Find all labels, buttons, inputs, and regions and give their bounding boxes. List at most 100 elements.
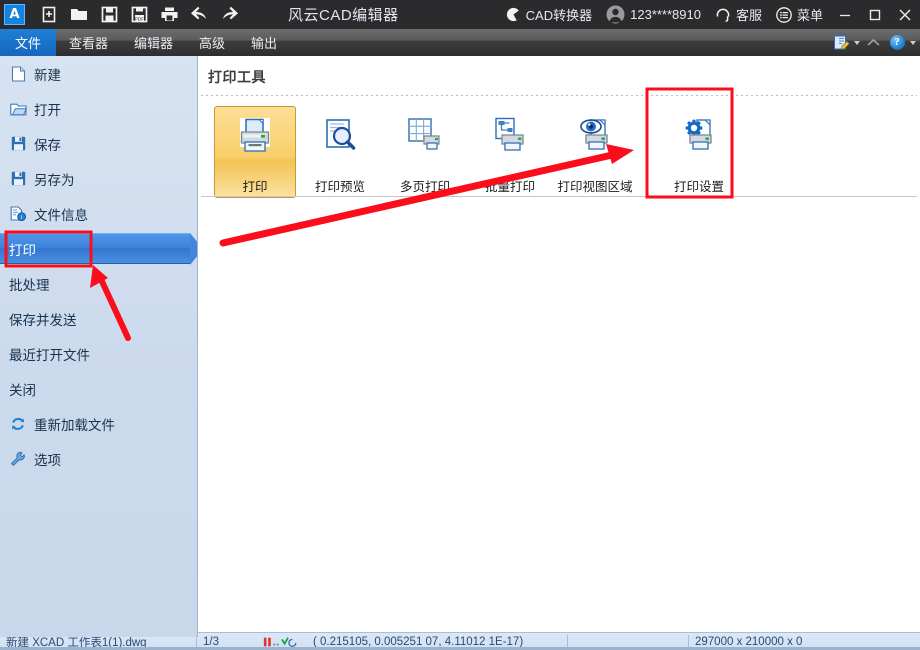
sidebar-item-reload[interactable]: 重新加载文件 [0, 406, 197, 441]
printer-document-icon [233, 114, 277, 162]
tab-viewer-label: 查看器 [69, 36, 109, 51]
tab-advanced[interactable]: 高级 [186, 29, 238, 56]
tab-output-label: 输出 [251, 36, 278, 51]
svg-text:PDF: PDF [134, 16, 143, 21]
customer-service-button[interactable]: 客服 [708, 0, 769, 29]
close-button[interactable] [890, 0, 920, 29]
print-settings-gear-icon [677, 114, 721, 162]
print-preview-magnifier-icon [318, 114, 362, 162]
sidebar-item-print-label: 打印 [9, 242, 36, 258]
title-bar-right: CAD转换器 123****8910 客服 菜单 [499, 0, 920, 29]
multipage-print-icon [403, 114, 447, 162]
print-view-area-eye-icon [573, 114, 617, 162]
ribbon-tab-bar: 文件 查看器 编辑器 高级 输出 ? [0, 29, 920, 56]
tile-print[interactable]: 打印 [214, 106, 296, 198]
sidebar-item-save[interactable]: 保存 [0, 126, 197, 161]
sidebar-item-file-info[interactable]: i 文件信息 [0, 196, 197, 231]
hamburger-menu-icon [776, 6, 792, 23]
floppy-save-icon [9, 135, 27, 153]
sidebar-item-save-and-send-label: 保存并发送 [9, 312, 77, 328]
print-tool-tiles: 打印 打印预览 多页打印 批量打印 打印视图区域 打印设置 [199, 96, 920, 198]
sidebar-item-new[interactable]: 新建 [0, 56, 197, 91]
save-icon[interactable] [94, 0, 124, 29]
tab-editor[interactable]: 编辑器 [121, 29, 186, 56]
print-icon[interactable] [154, 0, 184, 29]
window-title: 风云CAD编辑器 [288, 7, 399, 24]
open-folder-icon[interactable] [64, 0, 94, 29]
new-file-icon[interactable] [34, 0, 64, 29]
new-document-icon [9, 65, 27, 83]
minimize-button[interactable] [830, 0, 860, 29]
sidebar-item-save-label: 保存 [34, 137, 61, 153]
sidebar-item-open-label: 打开 [34, 102, 61, 118]
page-title: 打印工具 [208, 69, 266, 85]
ribbon-right-icons: ? [830, 29, 920, 56]
tile-print-settings-label: 打印设置 [673, 180, 724, 194]
tile-batch-print-label: 批量打印 [484, 180, 535, 194]
sidebar-item-options-label: 选项 [34, 452, 61, 468]
sidebar-item-batch-label: 批处理 [9, 277, 50, 293]
floppy-saveas-icon [9, 170, 27, 188]
print-tools-panel: 打印工具 打印 打印预览 多页打印 批量打印 打印视图区域 打印设置 [199, 56, 920, 632]
sidebar-item-save-as-label: 另存为 [34, 172, 75, 188]
undo-icon[interactable] [184, 0, 214, 29]
user-avatar-icon [606, 5, 625, 24]
help-icon-glyph: ? [889, 35, 905, 50]
tile-print-view-area[interactable]: 打印视图区域 [554, 106, 636, 198]
tile-multipage-print[interactable]: 多页打印 [384, 106, 466, 198]
help-caret-icon[interactable] [910, 40, 916, 45]
cad-app-icon[interactable]: A [4, 4, 25, 25]
sidebar-item-save-as[interactable]: 另存为 [0, 161, 197, 196]
tile-batch-print[interactable]: 批量打印 [469, 106, 551, 198]
cad-converter-label: CAD转换器 [525, 8, 593, 23]
file-info-icon: i [9, 205, 27, 223]
sidebar-item-batch[interactable]: 批处理 [0, 266, 197, 301]
tile-multipage-print-label: 多页打印 [399, 180, 450, 194]
reload-icon [9, 415, 27, 433]
user-account-label: 123****8910 [630, 7, 701, 22]
wrench-options-icon [9, 450, 27, 468]
user-account-button[interactable]: 123****8910 [599, 0, 708, 29]
cad-app-icon-glyph: A [9, 7, 20, 22]
tiles-bottom-divider [201, 196, 917, 197]
help-icon[interactable]: ? [886, 32, 908, 54]
sidebar-item-new-label: 新建 [34, 67, 61, 83]
tab-output[interactable]: 输出 [238, 29, 290, 56]
tab-advanced-label: 高级 [199, 36, 226, 51]
redo-icon[interactable] [214, 0, 244, 29]
file-menu-sidebar: 新建 打开 保存 另存为 i 文件信息 打印 批处理 保存并发送 最近打开文件 … [0, 56, 198, 632]
menu-label: 菜单 [796, 8, 823, 23]
customer-service-label: 客服 [735, 8, 762, 23]
tile-print-view-area-label: 打印视图区域 [557, 180, 633, 194]
tile-print-preview[interactable]: 打印预览 [299, 106, 381, 198]
sidebar-item-reload-label: 重新加载文件 [34, 417, 115, 433]
sidebar-item-close[interactable]: 关闭 [0, 371, 197, 406]
tile-print-settings[interactable]: 打印设置 [658, 106, 740, 198]
edit-note-icon[interactable] [830, 32, 852, 54]
sidebar-item-options[interactable]: 选项 [0, 441, 197, 476]
tile-print-preview-label: 打印预览 [314, 180, 365, 194]
tab-editor-label: 编辑器 [134, 36, 174, 51]
sidebar-item-open[interactable]: 打开 [0, 91, 197, 126]
sidebar-item-save-and-send[interactable]: 保存并发送 [0, 301, 197, 336]
headset-icon [715, 7, 731, 23]
application-window: A PDF 风云CAD编辑器 CAD转换器 123****8910 客服 菜单 … [0, 0, 920, 650]
sidebar-item-close-label: 关闭 [9, 382, 36, 398]
sidebar-item-print[interactable]: 打印 [0, 231, 197, 266]
open-folder-icon [9, 100, 27, 118]
batch-print-icon [488, 114, 532, 162]
tile-print-label: 打印 [242, 180, 268, 194]
tab-viewer[interactable]: 查看器 [56, 29, 121, 56]
edit-note-caret-icon[interactable] [854, 40, 860, 45]
sidebar-item-recent-files[interactable]: 最近打开文件 [0, 336, 197, 371]
converter-icon [506, 7, 521, 22]
collapse-ribbon-icon[interactable] [862, 32, 884, 54]
tab-file[interactable]: 文件 [0, 29, 56, 56]
sidebar-item-recent-files-label: 最近打开文件 [9, 347, 90, 363]
maximize-button[interactable] [860, 0, 890, 29]
save-pdf-icon[interactable]: PDF [124, 0, 154, 29]
title-bar: A PDF 风云CAD编辑器 CAD转换器 123****8910 客服 菜单 [0, 0, 920, 29]
cad-converter-button[interactable]: CAD转换器 [499, 0, 599, 29]
menu-button[interactable]: 菜单 [769, 0, 830, 29]
status-bar-sidebar-overlap [0, 632, 198, 637]
